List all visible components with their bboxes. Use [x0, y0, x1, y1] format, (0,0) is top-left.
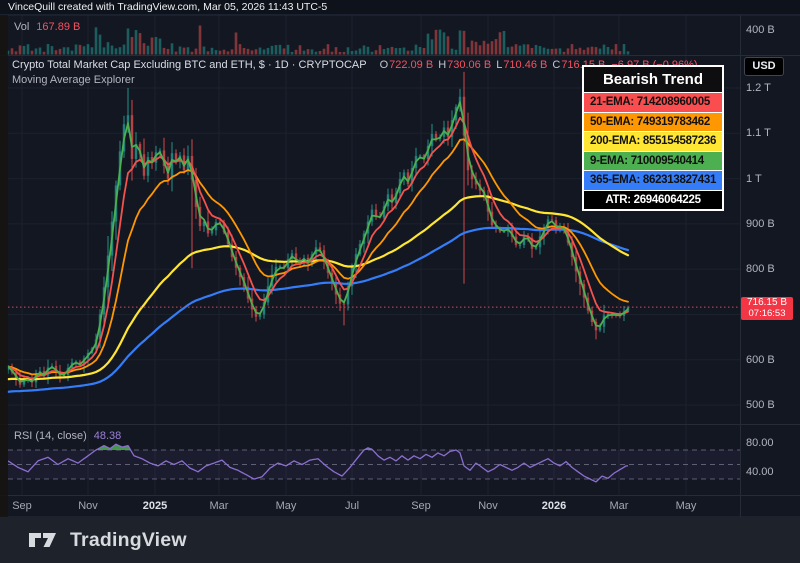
y-axis-label: 1.1 T [746, 127, 771, 139]
time-axis-label: Sep [411, 500, 431, 512]
time-axis-label: Nov [78, 500, 98, 512]
volume-value: 167.89 B [36, 21, 80, 33]
y-axis-label: 800 B [746, 263, 775, 275]
time-axis-label: Sep [12, 500, 32, 512]
time-axis-label: 2026 [542, 500, 566, 512]
ma-row-200-ema: 200-EMA: 855154587236 [584, 131, 722, 151]
ma-row-21-ema: 21-EMA: 714208960005 [584, 92, 722, 112]
rsi-axis-label: 40.00 [746, 466, 774, 478]
tradingview-brand-text[interactable]: TradingView [70, 529, 187, 552]
time-axis-label: Nov [478, 500, 498, 512]
ohlc-key: H [438, 59, 446, 71]
indicator-name-ma-explorer[interactable]: Moving Average Explorer [12, 74, 135, 86]
y-axis-label: 1.2 T [746, 82, 771, 94]
time-axis-label: May [676, 500, 697, 512]
tradingview-logo-icon[interactable] [28, 529, 62, 551]
ma-row-365-ema: 365-EMA: 862313827431 [584, 170, 722, 190]
time-axis-label: Mar [610, 500, 629, 512]
rsi-legend: RSI (14, close) 48.38 [14, 430, 121, 442]
rsi-axis-label: 80.00 [746, 437, 774, 449]
attribution-bar: VinceQuill created with TradingView.com,… [0, 0, 800, 15]
footer: TradingView [0, 517, 800, 563]
volume-label[interactable]: Vol [14, 21, 29, 33]
bar-countdown: 07:16:53 [741, 309, 793, 319]
symbol-title[interactable]: Crypto Total Market Cap Excluding BTC an… [12, 59, 367, 71]
volume-axis-label: 400 B [746, 24, 775, 36]
time-axis-label: May [276, 500, 297, 512]
ma-row-50-ema: 50-EMA: 749319783462 [584, 112, 722, 132]
ohlc-key: O [380, 59, 389, 71]
volume-legend: Vol 167.89 B [14, 21, 80, 33]
ma-explorer-panel: Bearish Trend 21-EMA: 71420896000550-EMA… [582, 65, 724, 211]
y-axis-label: 900 B [746, 218, 775, 230]
rsi-label[interactable]: RSI (14, close) [14, 430, 87, 442]
ohlc-key: L [496, 59, 502, 71]
ohlc-values: O722.09 BH730.06 BL710.46 BC716.15 B [375, 59, 606, 71]
last-price-badge: 716.15 B 07:16:53 [741, 297, 793, 320]
ma-panel-rows: 21-EMA: 71420896000550-EMA: 749319783462… [584, 92, 722, 209]
ohlc-key: C [552, 59, 560, 71]
y-axis-label: 500 B [746, 399, 775, 411]
ohlc-val: 722.09 B [389, 59, 433, 71]
rsi-value: 48.38 [94, 430, 122, 442]
ma-row-9-ema: 9-EMA: 710009540414 [584, 151, 722, 171]
ohlc-val: 710.46 B [503, 59, 547, 71]
ohlc-val: 730.06 B [447, 59, 491, 71]
time-axis-label: Jul [345, 500, 359, 512]
time-scale[interactable]: Sep Nov 2025 Mar May Jul Sep Nov 2026 Mar May [0, 495, 741, 517]
currency-button[interactable]: USD [744, 57, 784, 76]
price-scale[interactable]: USD 716.15 B 07:16:53 400 B 1.2 T 1.1 T 1 T… [741, 15, 800, 517]
trend-status-label: Bearish Trend [584, 67, 722, 92]
time-axis-label: 2025 [143, 500, 167, 512]
y-axis-label: 600 B [746, 354, 775, 366]
ma-row-atr: ATR: 26946064225 [584, 190, 722, 210]
attribution-text: VinceQuill created with TradingView.com,… [8, 1, 327, 13]
chart-left-margin [0, 15, 8, 517]
y-axis-label: 1 T [746, 173, 762, 185]
time-axis-label: Mar [210, 500, 229, 512]
